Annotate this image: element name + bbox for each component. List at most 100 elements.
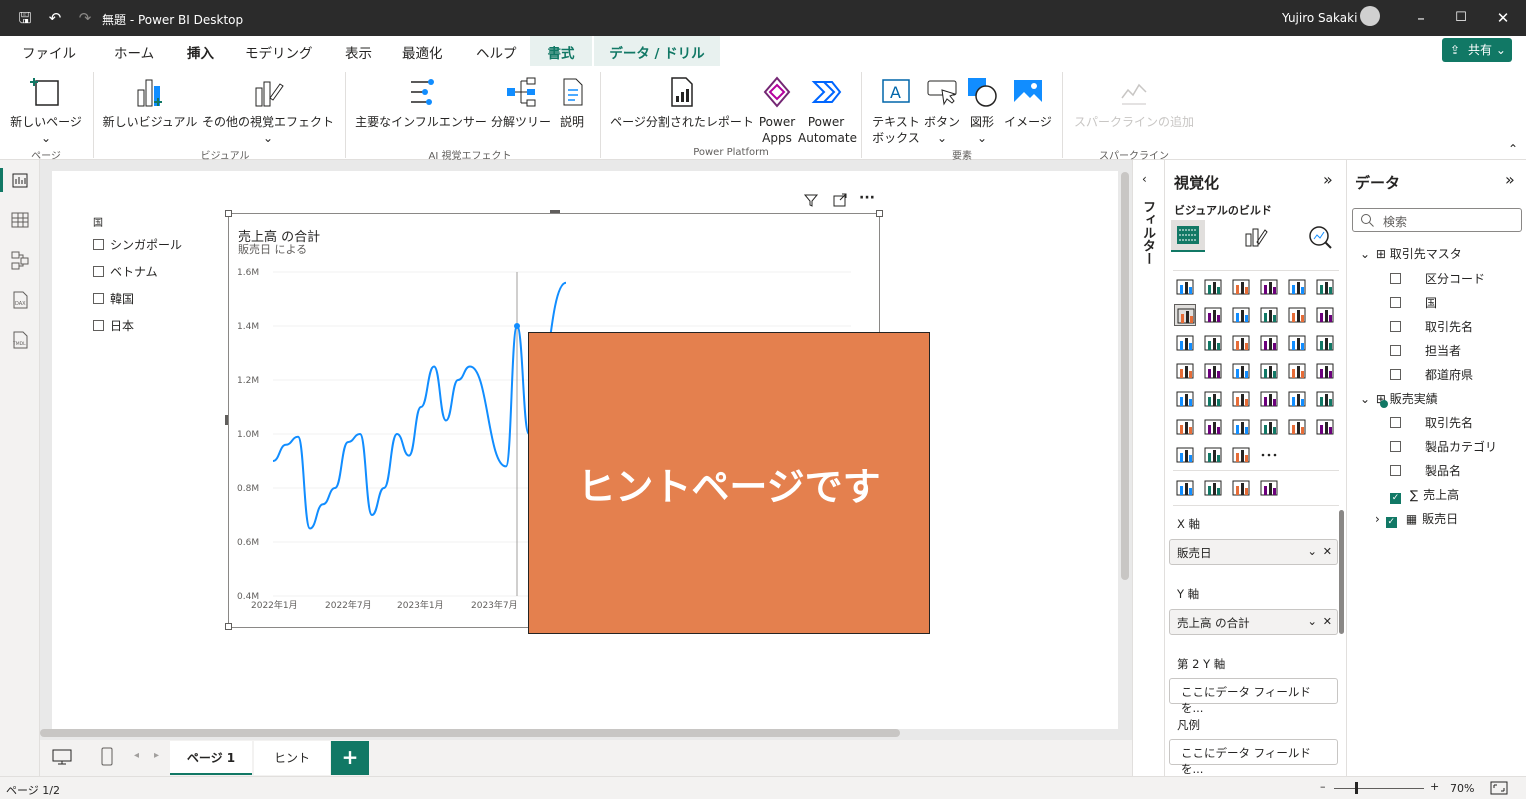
slicer-icon[interactable] [1174, 388, 1196, 410]
funnel-icon[interactable] [1230, 332, 1252, 354]
power-apps-button[interactable]: Power Apps [757, 76, 797, 146]
narrative-button[interactable]: 説明 [554, 76, 590, 130]
tab-data-drill[interactable]: データ / ドリル [594, 36, 720, 66]
checkbox[interactable] [1390, 345, 1401, 356]
gauge-icon[interactable] [1258, 360, 1280, 382]
smart-narrative-icon[interactable] [1202, 416, 1224, 438]
chevron-down-icon[interactable]: ⌄ [1307, 544, 1317, 558]
close-icon[interactable]: ✕ [1494, 9, 1512, 27]
tab-file[interactable]: ファイル [22, 42, 76, 62]
filter-pane-collapsed[interactable]: ‹ フィルター [1132, 160, 1164, 776]
slicer-item[interactable]: シンガポール [93, 236, 182, 253]
table-node[interactable]: ⌄ ⊞ 取引先マスタ [1360, 245, 1462, 262]
resize-handle[interactable] [225, 415, 228, 425]
textbox-button[interactable]: A テキスト ボックス [868, 76, 924, 146]
analytics-icon[interactable] [1307, 224, 1333, 250]
100-stacked-bar-icon[interactable] [1286, 276, 1308, 298]
next-page-icon[interactable]: ▸ [154, 750, 159, 761]
power-apps-icon[interactable] [1202, 444, 1224, 466]
checkbox-checked[interactable]: ✓ [1385, 517, 1397, 528]
tab-modeling[interactable]: モデリング [245, 42, 313, 62]
image-button[interactable]: イメージ [1003, 76, 1053, 130]
python-visual-icon[interactable] [1286, 388, 1308, 410]
chevron-down-icon[interactable]: ⌄ [1307, 614, 1317, 628]
page-tab-1[interactable]: ページ 1 [170, 741, 252, 775]
format-visual-icon[interactable] [1243, 224, 1269, 250]
field-item[interactable]: 取引先名 [1390, 318, 1473, 335]
matrix-icon[interactable] [1230, 388, 1252, 410]
collapse-data-icon[interactable]: » [1505, 170, 1515, 189]
legend-well[interactable]: ここにデータ フィールドを... [1169, 739, 1338, 776]
clustered-column-icon[interactable] [1258, 276, 1280, 298]
zoom-in-icon[interactable]: + [1430, 780, 1439, 793]
search-input[interactable]: 検索 [1352, 208, 1522, 232]
field-item[interactable]: 区分コード [1390, 270, 1485, 287]
key-influencers-icon[interactable] [1314, 388, 1336, 410]
stacked-column-icon[interactable] [1202, 276, 1224, 298]
treemap-icon[interactable] [1174, 360, 1196, 382]
secondary-y-axis-well[interactable]: ここにデータ フィールドを... [1169, 678, 1338, 715]
slicer-item[interactable]: ベトナム [93, 263, 158, 280]
clustered-bar-icon[interactable] [1230, 276, 1252, 298]
viz-pane-scrollbar[interactable] [1339, 510, 1344, 634]
checkbox[interactable] [93, 266, 104, 277]
resize-handle[interactable] [225, 210, 232, 217]
minimize-icon[interactable]: – [1412, 9, 1430, 27]
checkbox-checked[interactable]: ✓ [1390, 493, 1401, 504]
focus-mode-icon[interactable] [832, 192, 848, 208]
field-item[interactable]: 製品カテゴリ [1390, 438, 1497, 455]
table-icon[interactable] [1202, 388, 1224, 410]
line-clustered-column-icon[interactable] [1314, 304, 1336, 326]
hint-shape[interactable]: ヒントページです [528, 332, 930, 634]
filter-icon[interactable] [803, 192, 819, 208]
expand-filters-icon[interactable]: ‹ [1142, 172, 1147, 186]
tab-insert[interactable]: 挿入 [187, 42, 214, 68]
line-column-icon[interactable] [1286, 304, 1308, 326]
new-page-button[interactable]: 新しいページ ⌄ [8, 76, 84, 146]
decomposition-tree-icon[interactable] [1174, 416, 1196, 438]
more-visuals-icon[interactable] [1258, 444, 1280, 466]
chevron-right-icon[interactable]: › [1375, 512, 1380, 526]
checkbox[interactable] [1390, 417, 1401, 428]
build-visual-tab[interactable] [1171, 220, 1205, 252]
prev-page-icon[interactable]: ◂ [134, 750, 139, 761]
remove-field-icon[interactable]: ✕ [1323, 615, 1332, 628]
checkbox[interactable] [93, 239, 104, 250]
decomposition-tree-button[interactable]: 分解ツリー [490, 76, 552, 130]
tab-home[interactable]: ホーム [114, 42, 154, 62]
arcgis-icon[interactable] [1174, 444, 1196, 466]
scatter-icon[interactable] [1258, 332, 1280, 354]
line-chart-icon[interactable] [1174, 304, 1196, 326]
slicer-item[interactable]: 韓国 [93, 290, 134, 307]
checkbox[interactable] [1390, 321, 1401, 332]
globe-map-icon[interactable] [1174, 477, 1196, 499]
fit-to-page-icon[interactable] [1490, 781, 1508, 795]
save-icon[interactable]: 🖫 [16, 9, 34, 27]
maximize-icon[interactable]: ☐ [1452, 9, 1470, 27]
tab-optimize[interactable]: 最適化 [402, 42, 443, 62]
checkbox[interactable] [93, 293, 104, 304]
x-axis-well[interactable]: 販売日 ⌄ ✕ [1169, 539, 1338, 565]
field-item[interactable]: 取引先名 [1390, 414, 1473, 431]
zoom-slider[interactable] [1334, 788, 1424, 789]
chevron-down-icon[interactable]: ⌄ [1360, 392, 1370, 406]
kpi-icon[interactable] [1314, 360, 1336, 382]
paginated-visual-icon[interactable] [1230, 416, 1252, 438]
checkbox[interactable] [1390, 273, 1401, 284]
more-visuals-button[interactable]: その他の視覚エフェクト ⌄ [200, 76, 336, 146]
checkbox[interactable] [1390, 465, 1401, 476]
buttons-button[interactable]: ボタン ⌄ [924, 76, 960, 146]
donut-chart-icon[interactable] [1314, 332, 1336, 354]
model-view-icon[interactable] [10, 250, 30, 270]
resize-handle[interactable] [876, 210, 883, 217]
new-visual-button[interactable]: 新しいビジュアル [102, 76, 198, 130]
field-item[interactable]: 製品名 [1390, 462, 1461, 479]
azure-map-icon[interactable] [1230, 360, 1252, 382]
checkbox[interactable] [1390, 369, 1401, 380]
tab-format[interactable]: 書式 [530, 36, 592, 66]
tmdl-view-icon[interactable]: TMDL [10, 330, 30, 350]
field-item-checked[interactable]: ✓ ∑ 売上高 [1390, 486, 1459, 504]
slicer-item[interactable]: 日本 [93, 317, 134, 334]
qa-icon[interactable] [1258, 416, 1280, 438]
resize-handle[interactable] [225, 623, 232, 630]
